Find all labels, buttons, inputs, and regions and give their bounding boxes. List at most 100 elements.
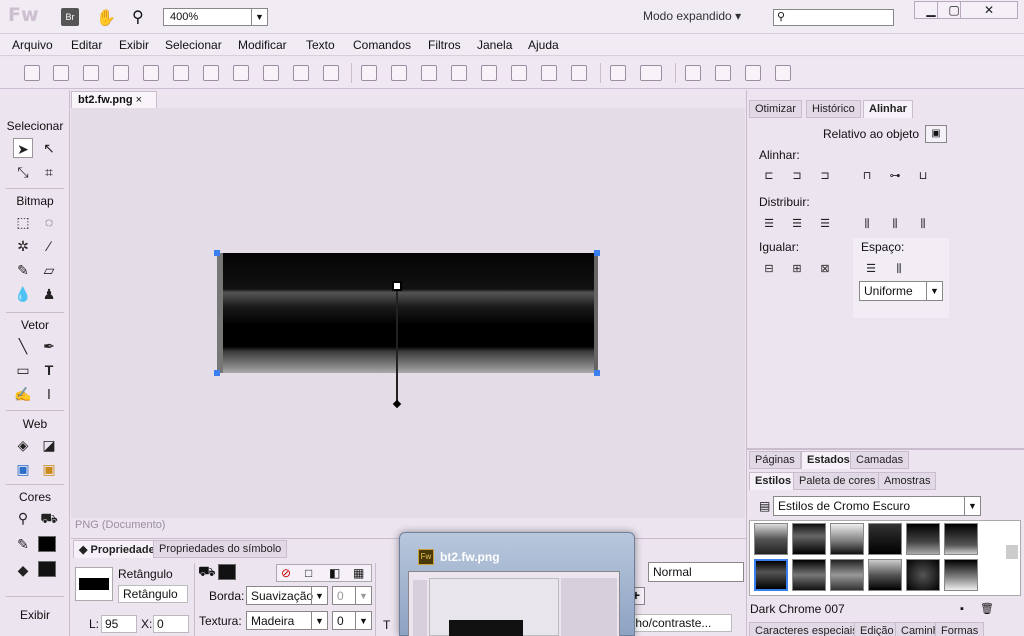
bring-front-icon[interactable] <box>481 65 497 81</box>
fill-color-swatch[interactable] <box>218 564 236 580</box>
crop-tool-icon[interactable]: ⌗ <box>39 162 59 182</box>
join-icon[interactable] <box>421 65 437 81</box>
menu-arquivo[interactable]: Arquivo <box>12 38 53 52</box>
match-height-icon[interactable]: ⊞ <box>789 262 805 276</box>
styles-scrollbar[interactable] <box>1006 545 1018 559</box>
rotate-left-icon[interactable] <box>685 65 701 81</box>
align-right-icon[interactable]: ⊐ <box>817 169 833 183</box>
send-backward-icon[interactable] <box>541 65 557 81</box>
texture-amount[interactable]: 0 ▼ <box>332 611 372 630</box>
cut-icon[interactable] <box>263 65 279 81</box>
style-library-icon[interactable]: ▤ <box>759 499 770 513</box>
flip-horizontal-icon[interactable] <box>745 65 761 81</box>
space-vertical-icon[interactable]: ☰ <box>863 262 879 276</box>
taskbar-preview-popup[interactable]: Fw bt2.fw.png <box>399 532 635 636</box>
print-icon[interactable] <box>173 65 189 81</box>
object-name-input[interactable]: Retângulo <box>118 585 188 603</box>
no-fill-icon[interactable]: ⊘ <box>281 566 291 580</box>
x-input[interactable]: 0 <box>153 615 189 633</box>
menu-texto[interactable]: Texto <box>306 38 335 52</box>
style-swatch-selected[interactable] <box>754 559 788 591</box>
hide-slices-icon[interactable]: ▣ <box>13 459 33 479</box>
line-tool-icon[interactable]: ╲ <box>13 336 33 356</box>
distribute-center-icon[interactable]: ☰ <box>789 217 805 231</box>
style-swatch[interactable] <box>754 523 788 555</box>
style-swatch[interactable] <box>906 523 940 555</box>
selection-handle[interactable] <box>214 370 220 376</box>
open-icon[interactable] <box>83 65 99 81</box>
distribute-top-icon[interactable]: ☰ <box>761 217 777 231</box>
hand-icon[interactable]: ✋ <box>96 8 116 28</box>
close-button[interactable]: ✕ <box>960 1 1018 19</box>
ungroup-icon[interactable] <box>391 65 407 81</box>
knife-tool-icon[interactable]: ǀ <box>39 384 59 404</box>
stamp-tool-icon[interactable]: ♟ <box>39 284 59 304</box>
flip-vertical-icon[interactable] <box>775 65 791 81</box>
text-tool-icon[interactable]: T <box>39 360 59 380</box>
menu-exibir[interactable]: Exibir <box>119 38 149 52</box>
tab-paginas[interactable]: Páginas <box>749 451 801 469</box>
brush-tool-icon[interactable]: ∕ <box>39 236 59 256</box>
tab-otimizar[interactable]: Otimizar <box>749 100 802 118</box>
lasso-tool-icon[interactable]: ◌ <box>39 212 59 232</box>
selection-handle[interactable] <box>594 370 600 376</box>
filter-list-item[interactable]: rilho/contraste... <box>622 614 732 632</box>
selection-handle[interactable] <box>214 250 220 256</box>
menu-filtros[interactable]: Filtros <box>428 38 461 52</box>
pattern-fill-icon[interactable]: ▦ <box>353 566 364 580</box>
match-width-icon[interactable]: ⊟ <box>761 262 777 276</box>
texture-select[interactable]: Madeira ▼ <box>246 611 328 630</box>
tab-amostras[interactable]: Amostras <box>878 472 937 490</box>
import-icon[interactable] <box>113 65 129 81</box>
send-back-icon[interactable] <box>571 65 587 81</box>
button-rectangle-object[interactable] <box>217 253 598 373</box>
tab-formas[interactable]: Formas <box>935 622 985 636</box>
style-swatch[interactable] <box>792 523 826 555</box>
freeform-tool-icon[interactable]: ✍ <box>13 384 33 404</box>
style-swatch[interactable] <box>868 559 902 591</box>
document-tab[interactable]: bt2.fw.png × <box>71 91 157 109</box>
slice-tool-icon[interactable]: ◪ <box>39 435 59 455</box>
show-slices-icon[interactable]: ▣ <box>39 459 59 479</box>
tab-alinhar[interactable]: Alinhar <box>863 100 913 118</box>
align-left-icon[interactable]: ⊏ <box>761 169 777 183</box>
fill-bucket-icon[interactable]: ⛟ <box>198 563 216 582</box>
rotate-right-icon[interactable] <box>715 65 731 81</box>
search-input[interactable]: ⚲ <box>773 9 894 26</box>
eyedropper-tool-icon[interactable]: ⚲ <box>13 508 33 528</box>
zoom-icon[interactable]: ⚲ <box>132 7 144 27</box>
menu-janela[interactable]: Janela <box>477 38 512 52</box>
rectangle-tool-icon[interactable]: ▭ <box>13 360 33 380</box>
tab-historico[interactable]: Histórico <box>806 100 861 118</box>
align-center-h-icon[interactable]: ⊐ <box>789 169 805 183</box>
align-dropdown-icon[interactable] <box>640 65 662 81</box>
style-set-select[interactable]: Estilos de Cromo Escuro ▼ <box>773 496 981 516</box>
space-mode-select[interactable]: Uniforme ▼ <box>859 281 943 301</box>
hotspot-tool-icon[interactable]: ◈ <box>13 435 33 455</box>
delete-style-icon[interactable]: 🗑 <box>980 602 994 615</box>
new-icon[interactable] <box>24 65 40 81</box>
stroke-color-swatch[interactable] <box>38 536 56 552</box>
new-style-icon[interactable]: ▪ <box>960 603 964 615</box>
tab-estados[interactable]: Estados <box>801 451 856 469</box>
stroke-color-icon[interactable]: ✎ <box>13 534 33 554</box>
group-icon[interactable] <box>361 65 377 81</box>
fill-color-swatch[interactable] <box>38 561 56 577</box>
pencil-tool-icon[interactable]: ✎ <box>13 260 33 280</box>
pointer-tool-icon[interactable]: ➤ <box>13 138 33 158</box>
gradient-fill-icon[interactable]: ◧ <box>329 566 340 580</box>
distribute-bottom-icon[interactable]: ☰ <box>817 217 833 231</box>
undo-icon[interactable] <box>203 65 219 81</box>
paste-icon[interactable] <box>323 65 339 81</box>
bring-forward-icon[interactable] <box>511 65 527 81</box>
blur-tool-icon[interactable]: 💧 <box>13 284 33 304</box>
tab-paleta-cores[interactable]: Paleta de cores <box>793 472 882 490</box>
tab-estilos[interactable]: Estilos <box>749 472 798 490</box>
relative-object-button[interactable]: ▣ <box>925 125 947 143</box>
menu-selecionar[interactable]: Selecionar <box>165 38 222 52</box>
style-swatch[interactable] <box>792 559 826 591</box>
align-center-v-icon[interactable]: ⊶ <box>887 169 903 183</box>
save-icon[interactable] <box>53 65 69 81</box>
blend-mode-select[interactable]: Normal <box>648 562 744 582</box>
fill-color-icon[interactable]: ◆ <box>13 560 33 580</box>
